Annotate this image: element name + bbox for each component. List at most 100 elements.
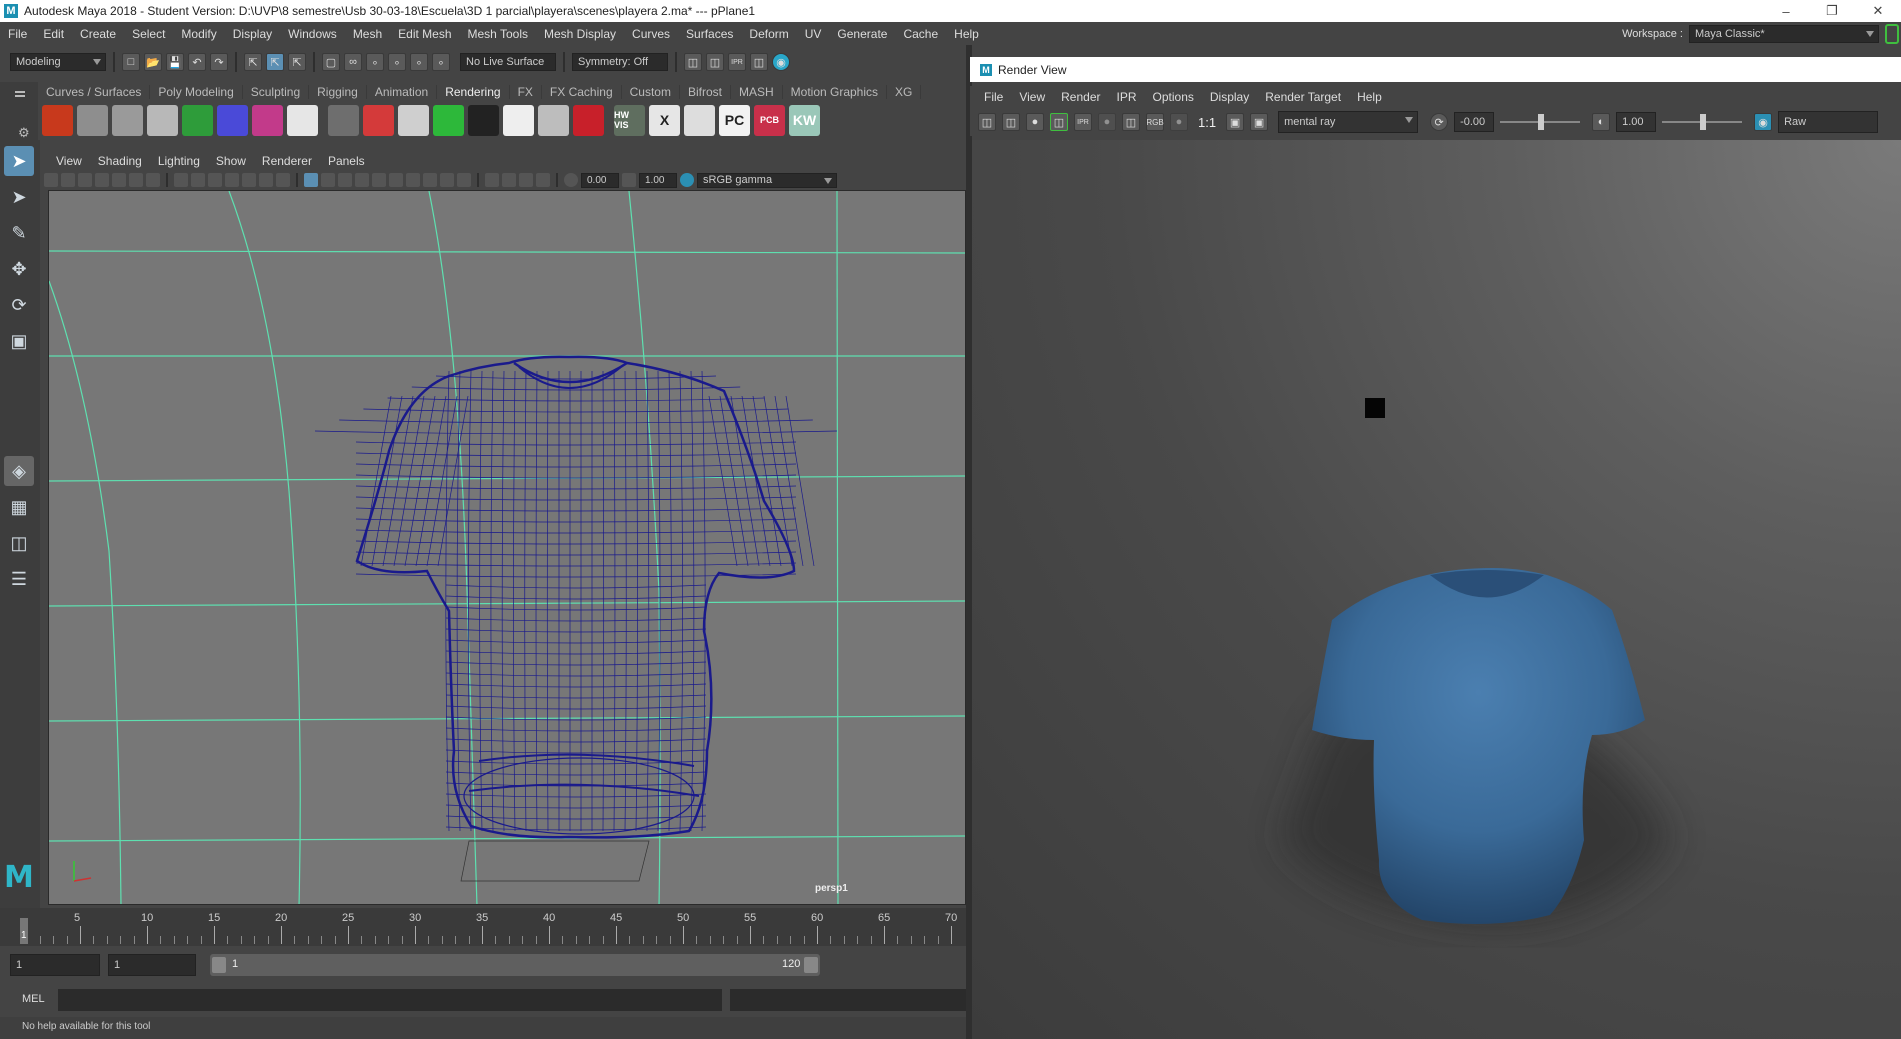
- perspective-viewport[interactable]: persp1: [48, 190, 966, 905]
- depth-of-field-icon[interactable]: [457, 173, 471, 187]
- menu-mesh-display[interactable]: Mesh Display: [536, 27, 624, 41]
- menu-edit-mesh[interactable]: Edit Mesh: [390, 27, 459, 41]
- shadows-icon[interactable]: [389, 173, 403, 187]
- shelf-tab-rendering[interactable]: Rendering: [437, 85, 510, 99]
- field-chart-icon[interactable]: [242, 173, 256, 187]
- undo-icon[interactable]: ↶: [188, 53, 206, 71]
- rv-menu-ipr[interactable]: IPR: [1109, 90, 1145, 104]
- rv-menu-render-target[interactable]: Render Target: [1257, 90, 1349, 104]
- xray-joints-icon[interactable]: [519, 173, 533, 187]
- render-region-icon[interactable]: ◫: [1002, 113, 1020, 131]
- outliner-layout-icon[interactable]: ☰: [4, 564, 34, 594]
- snap-point-icon[interactable]: ∘: [366, 53, 384, 71]
- restore-button[interactable]: ❐: [1809, 0, 1855, 22]
- scale-tool-icon[interactable]: ▣: [4, 326, 34, 356]
- wireframe-icon[interactable]: [304, 173, 318, 187]
- pcb-icon[interactable]: PCB: [754, 104, 785, 136]
- rv-menu-help[interactable]: Help: [1349, 90, 1390, 104]
- single-view-layout-icon[interactable]: ◈: [4, 456, 34, 486]
- textured-icon[interactable]: [355, 173, 369, 187]
- red-light-icon[interactable]: [363, 104, 394, 136]
- shelf-tab-poly-modeling[interactable]: Poly Modeling: [150, 85, 243, 99]
- anim-start-field[interactable]: 1: [108, 954, 196, 976]
- gate-mask-icon[interactable]: [225, 173, 239, 187]
- wireframe-on-shaded-icon[interactable]: [338, 173, 352, 187]
- gamma-icon[interactable]: [622, 173, 636, 187]
- open-scene-icon[interactable]: 📂: [144, 53, 162, 71]
- menu-help[interactable]: Help: [946, 27, 987, 41]
- color-space-dropdown[interactable]: sRGB gamma: [697, 172, 837, 188]
- shelf-settings-icon[interactable]: ⚙: [18, 125, 38, 141]
- paint-select-icon[interactable]: ✎: [4, 218, 34, 248]
- save-scene-icon[interactable]: 💾: [166, 53, 184, 71]
- exposure-icon[interactable]: [564, 173, 578, 187]
- menu-uv[interactable]: UV: [797, 27, 830, 41]
- symmetry-dropdown[interactable]: Symmetry: Off: [572, 53, 668, 71]
- alpha-channel-icon[interactable]: ●: [1170, 113, 1188, 131]
- snap-vertex-icon[interactable]: ∘: [432, 53, 450, 71]
- redo-icon[interactable]: ↷: [210, 53, 228, 71]
- redo-render-icon[interactable]: ◫: [978, 113, 996, 131]
- dark-shape-icon[interactable]: [468, 104, 499, 136]
- workspace-settings-icon[interactable]: [1885, 23, 1899, 44]
- gradient-bars-icon[interactable]: [684, 104, 715, 136]
- resolution-gate-icon[interactable]: [208, 173, 222, 187]
- color-management-icon[interactable]: ◉: [1754, 113, 1773, 131]
- workspace-dropdown[interactable]: Maya Classic*: [1689, 24, 1879, 43]
- rv-exposure-slider[interactable]: [1500, 114, 1581, 130]
- green-material-icon[interactable]: [182, 104, 213, 136]
- real-size-button[interactable]: 1:1: [1198, 115, 1216, 130]
- shelf-tab-rigging[interactable]: Rigging: [309, 85, 367, 99]
- bookmark-icon[interactable]: [95, 173, 109, 187]
- hypershade-icon[interactable]: ◉: [772, 53, 790, 71]
- ipr-icon[interactable]: IPR: [728, 53, 746, 71]
- safe-action-icon[interactable]: [259, 173, 273, 187]
- shelf-tab-xgen[interactable]: XG: [887, 85, 922, 99]
- exposure-icon[interactable]: ⟳: [1430, 113, 1449, 131]
- motion-blur-icon[interactable]: [423, 173, 437, 187]
- panel-menu-view[interactable]: View: [48, 154, 90, 168]
- render-settings-icon[interactable]: ◫: [750, 53, 768, 71]
- disk-icon[interactable]: [538, 104, 569, 136]
- view-transform-dropdown[interactable]: Raw: [1778, 111, 1879, 133]
- rv-gamma-field[interactable]: 1.00: [1616, 112, 1657, 132]
- start-time-field[interactable]: 1: [10, 954, 100, 976]
- panel-menu-lighting[interactable]: Lighting: [150, 154, 208, 168]
- grease-pencil-icon[interactable]: [146, 173, 160, 187]
- menu-deform[interactable]: Deform: [741, 27, 796, 41]
- live-surface-field[interactable]: No Live Surface: [460, 53, 556, 71]
- particles-icon[interactable]: [252, 104, 283, 136]
- panel-menu-renderer[interactable]: Renderer: [254, 154, 320, 168]
- range-slider-end-handle[interactable]: [804, 957, 818, 973]
- white-blob-icon[interactable]: [503, 104, 534, 136]
- panel-menu-panels[interactable]: Panels: [320, 154, 373, 168]
- menu-display[interactable]: Display: [225, 27, 280, 41]
- menu-file[interactable]: File: [0, 27, 35, 41]
- select-hierarchy-icon[interactable]: ⇱: [244, 53, 262, 71]
- lasso-tool-icon[interactable]: ➤: [4, 182, 34, 212]
- panel-menu-show[interactable]: Show: [208, 154, 254, 168]
- flame-icon[interactable]: [42, 104, 73, 136]
- menu-surfaces[interactable]: Surfaces: [678, 27, 741, 41]
- smooth-shade-icon[interactable]: [321, 173, 335, 187]
- menu-cache[interactable]: Cache: [895, 27, 946, 41]
- shelf-tab-sculpting[interactable]: Sculpting: [243, 85, 310, 99]
- 2d-pan-zoom-icon[interactable]: [129, 173, 143, 187]
- shelf-tab-curves-surfaces[interactable]: Curves / Surfaces: [38, 85, 151, 99]
- command-input[interactable]: [58, 989, 722, 1011]
- create-camera-icon[interactable]: [77, 104, 108, 136]
- time-slider[interactable]: 5 10 15 20 25 30 35 40 45 50 55 60 65 70 1: [0, 908, 966, 946]
- blue-volume-icon[interactable]: [217, 104, 248, 136]
- shelf-menu-icon[interactable]: [15, 91, 25, 97]
- rv-menu-render[interactable]: Render: [1053, 90, 1108, 104]
- ipr-active-icon[interactable]: ◫: [1050, 113, 1068, 131]
- shelf-tab-mash[interactable]: MASH: [731, 85, 783, 99]
- hw-vis-icon[interactable]: HW VIS: [614, 104, 645, 136]
- command-language-label[interactable]: MEL: [22, 993, 45, 1005]
- keep-image-icon[interactable]: ▣: [1226, 113, 1245, 131]
- snapshot-icon[interactable]: ●: [1026, 113, 1044, 131]
- snap-surface-icon[interactable]: ∘: [410, 53, 428, 71]
- shiny-sphere-icon[interactable]: [147, 104, 178, 136]
- range-slider[interactable]: 1 120: [210, 954, 820, 976]
- panel-menu-shading[interactable]: Shading: [90, 154, 150, 168]
